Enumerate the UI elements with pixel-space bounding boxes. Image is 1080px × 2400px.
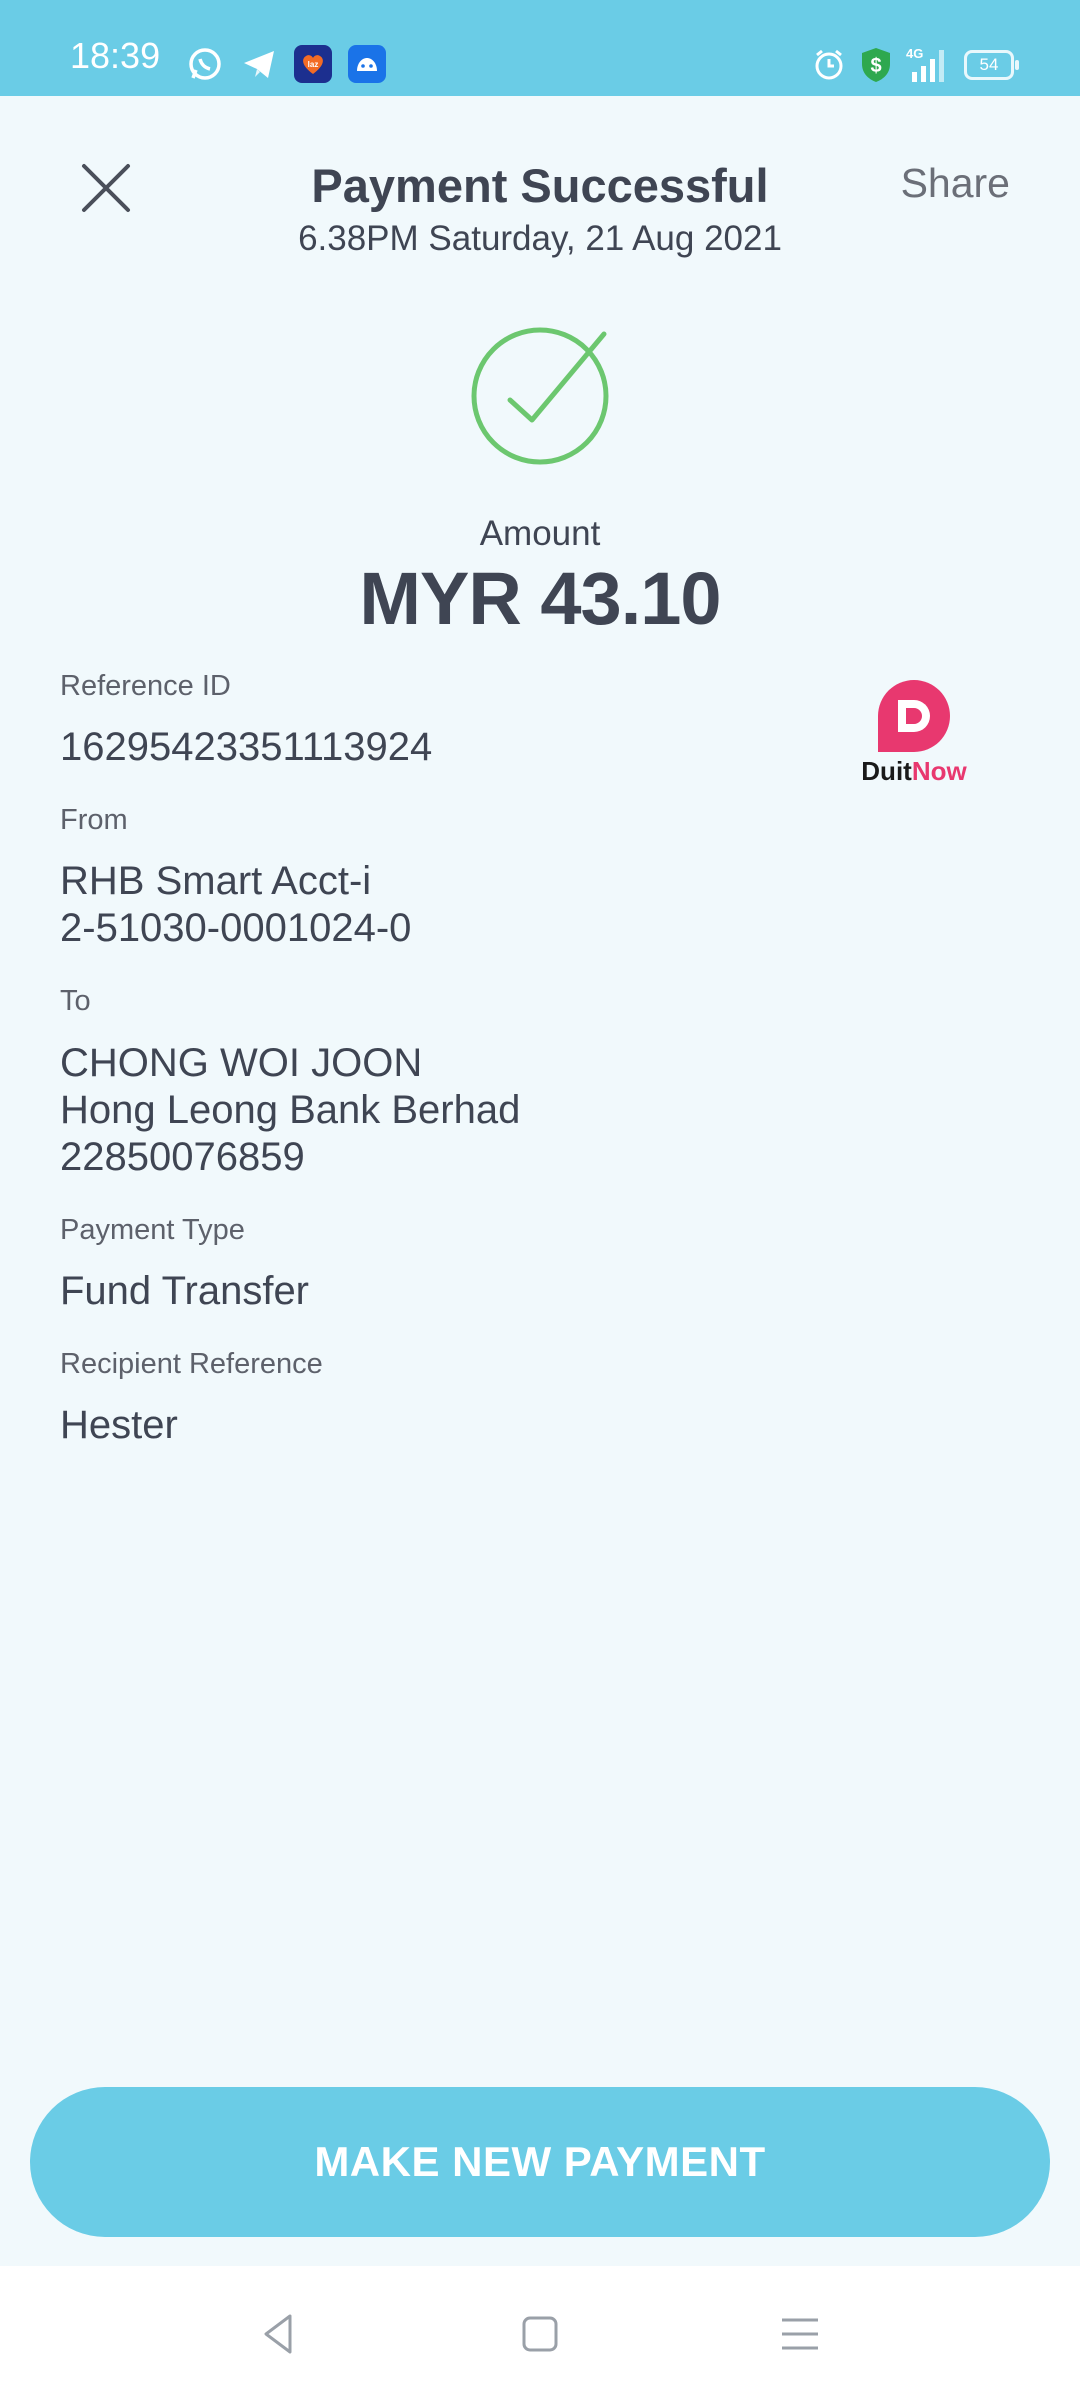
from-value: RHB Smart Acct-i 2-51030-0001024-0 [60,858,411,952]
battery-level: 54 [979,55,999,74]
from-account-name: RHB Smart Acct-i [60,859,372,903]
alarm-icon [815,49,843,80]
to-bank-name: Hong Leong Bank Berhad [60,1088,521,1132]
notification-icons: laz [186,45,386,83]
duitnow-wordmark: DuitNow [852,756,976,787]
telegram-icon [244,51,274,78]
from-account-number: 2-51030-0001024-0 [60,906,412,950]
lazada-icon: laz [294,45,332,83]
app-icon [348,45,386,83]
home-icon[interactable] [516,2310,564,2358]
to-label: To [60,985,91,1017]
svg-text:$: $ [870,55,881,77]
from-label: From [60,804,128,836]
amount-value: MYR 43.10 [359,557,721,640]
back-icon[interactable] [256,2310,304,2358]
success-check-icon [471,327,609,465]
to-value: CHONG WOI JOON Hong Leong Bank Berhad 22… [60,1040,520,1181]
recipient-reference-label: Recipient Reference [60,1348,323,1380]
to-recipient-name: CHONG WOI JOON [60,1041,423,1085]
reference-id-value: 16295423351113924 [60,725,433,769]
signal-icon: 4G [906,46,944,82]
duitnow-wordmark-now: Now [911,756,967,786]
system-nav-bar [0,2266,1080,2400]
status-bar: 18:39 laz $ 4G 54 [0,0,1080,96]
duitnow-mark-icon [878,680,950,752]
svg-text:4G: 4G [906,46,923,61]
payment-type-label: Payment Type [60,1214,245,1246]
make-new-payment-button[interactable]: MAKE NEW PAYMENT [30,2087,1050,2237]
menu-icon[interactable] [776,2310,824,2358]
duitnow-wordmark-duit: Duit [861,756,912,786]
reference-id-label: Reference ID [60,670,231,702]
payment-datetime: 6.38PM Saturday, 21 Aug 2021 [298,219,782,258]
recipient-reference-value: Hester [60,1403,178,1447]
payment-type-value: Fund Transfer [60,1269,310,1313]
shield-dollar-icon: $ [862,48,890,82]
system-icons: $ 4G 54 [812,46,1019,84]
amount-label: Amount [479,514,601,553]
svg-text:laz: laz [308,60,319,69]
status-time: 18:39 [70,35,161,76]
share-button[interactable]: Share [901,160,1010,207]
whatsapp-icon [189,48,221,80]
to-account-number: 22850076859 [60,1135,305,1179]
duitnow-logo: DuitNow [852,676,976,786]
battery-icon: 54 [964,50,1019,80]
